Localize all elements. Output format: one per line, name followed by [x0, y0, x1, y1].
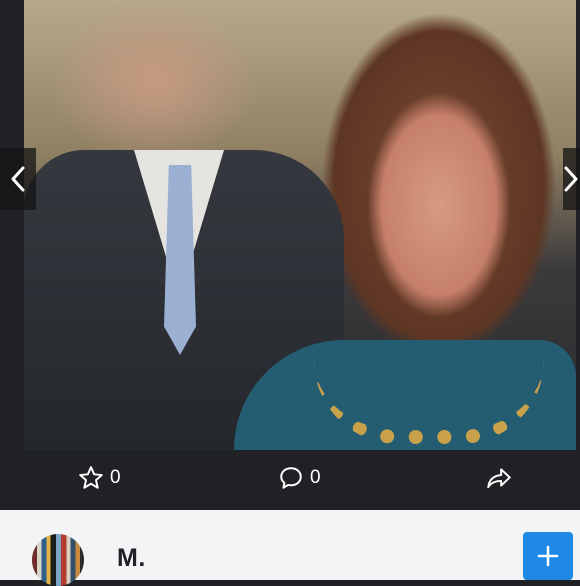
share-button[interactable]: [485, 465, 513, 491]
comment-count: 0: [310, 467, 321, 488]
follow-button[interactable]: [523, 532, 573, 580]
share-arrow-icon: [487, 468, 511, 489]
star-icon: [79, 466, 103, 489]
username[interactable]: M.: [117, 544, 146, 573]
photo-figure-tie: [164, 165, 196, 355]
chevron-left-icon: [11, 166, 25, 192]
like-button[interactable]: 0: [78, 465, 121, 491]
photo-viewer: [0, 0, 580, 450]
comment-bubble-icon: [280, 467, 302, 489]
plus-icon: [537, 545, 559, 567]
chevron-right-icon: [564, 166, 578, 192]
previous-photo-button[interactable]: [0, 148, 36, 210]
post-actions-bar: 0 0: [0, 450, 580, 510]
post-photo[interactable]: [24, 0, 576, 450]
avatar[interactable]: [32, 534, 84, 586]
next-photo-button[interactable]: [563, 148, 580, 210]
like-count: 0: [110, 467, 121, 488]
comment-button[interactable]: 0: [278, 465, 321, 491]
user-bar: M.: [0, 510, 580, 586]
